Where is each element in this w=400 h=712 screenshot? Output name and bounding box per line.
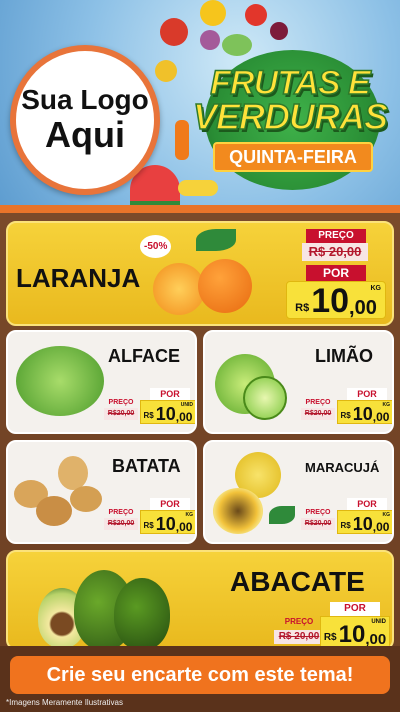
lime-slice-icon bbox=[243, 376, 287, 420]
potato-icon bbox=[70, 486, 102, 512]
lettuce-icon bbox=[16, 346, 104, 416]
new-price: R$ 10 ,00 KG bbox=[286, 281, 386, 319]
old-price-label: PREÇO bbox=[284, 617, 314, 626]
new-price: R$ 10 ,00 UNID bbox=[320, 616, 390, 648]
price-unit: UNID bbox=[371, 619, 386, 625]
potato-icon bbox=[36, 496, 72, 526]
currency-symbol: R$ bbox=[143, 521, 154, 530]
old-price-label: PREÇO bbox=[306, 229, 366, 243]
new-price-label: POR bbox=[330, 602, 380, 616]
currency-symbol: R$ bbox=[323, 632, 337, 643]
price-unit: UNID bbox=[180, 402, 193, 408]
product-name: ALFACE bbox=[108, 346, 180, 366]
price-integer: 10 bbox=[338, 621, 366, 648]
price-unit: KG bbox=[382, 512, 391, 518]
old-price-label: PREÇO bbox=[305, 399, 331, 406]
product-card-alface[interactable]: ALFACE PREÇO R$20,00 POR R$ 10 ,00 UNID bbox=[6, 330, 197, 434]
old-price: R$20,00 bbox=[104, 518, 138, 530]
logo-text-line1: Sua Logo bbox=[21, 84, 149, 115]
price-integer: 10 bbox=[352, 404, 373, 424]
old-price: R$20,00 bbox=[301, 518, 335, 530]
title-badge: FRUTAS E VERDURAS QUINTA-FEIRA bbox=[185, 50, 395, 200]
price-integer: 10 bbox=[311, 282, 350, 320]
title-line2: VERDURAS bbox=[192, 95, 389, 138]
pepper-icon bbox=[200, 0, 226, 26]
old-price-label: PREÇO bbox=[305, 509, 331, 516]
price-cents: ,00 bbox=[175, 520, 193, 534]
product-name: ABACATE bbox=[230, 566, 365, 597]
header-banner: Sua Logo Aqui FRUTAS E VERDURAS QUINTA-F… bbox=[0, 0, 400, 205]
currency-symbol: R$ bbox=[295, 302, 310, 314]
header-divider bbox=[0, 205, 400, 213]
currency-symbol: R$ bbox=[340, 411, 351, 420]
new-price-label: POR bbox=[306, 265, 366, 281]
cta-button[interactable]: Crie seu encarte com este tema! bbox=[10, 656, 390, 694]
old-price-label: PREÇO bbox=[108, 399, 134, 406]
price-cents: ,00 bbox=[372, 410, 390, 424]
currency-symbol: R$ bbox=[143, 411, 154, 420]
old-price: R$20,00 bbox=[104, 408, 138, 420]
leaf-icon bbox=[269, 506, 295, 524]
product-card-limao[interactable]: LIMÃO PREÇO R$20,00 POR R$ 10 ,00 KG bbox=[203, 330, 394, 434]
logo-text-line2: Aqui bbox=[45, 114, 125, 155]
product-name: LARANJA bbox=[16, 263, 141, 293]
old-price: R$20,00 bbox=[301, 408, 335, 420]
old-price: R$ 20,00 bbox=[274, 630, 324, 644]
new-price-label: POR bbox=[347, 498, 387, 510]
passion-fruit-half-icon bbox=[213, 488, 263, 534]
apple-icon bbox=[155, 60, 177, 82]
price-cents: ,00 bbox=[349, 297, 377, 319]
discount-badge: -50% bbox=[140, 235, 172, 258]
price-unit: KG bbox=[382, 402, 391, 408]
orange-icon bbox=[198, 259, 252, 313]
price-unit: KG bbox=[185, 512, 194, 518]
new-price-label: POR bbox=[150, 388, 190, 400]
price-integer: 10 bbox=[155, 404, 176, 424]
product-name: LIMÃO bbox=[315, 346, 373, 366]
product-card-maracuja[interactable]: MARACUJÁ PREÇO R$20,00 POR R$ 10 ,00 KG bbox=[203, 440, 394, 544]
product-card-laranja[interactable]: LARANJA -50% PREÇO R$ 20,00 POR R$ 10 ,0… bbox=[6, 221, 394, 326]
price-cents: ,00 bbox=[175, 410, 193, 424]
price-cents: ,00 bbox=[365, 631, 387, 648]
old-price-label: PREÇO bbox=[108, 509, 134, 516]
price-unit: KG bbox=[370, 285, 382, 292]
product-card-batata[interactable]: BATATA PREÇO R$20,00 POR R$ 10 ,00 KG bbox=[6, 440, 197, 544]
new-price: R$ 10 ,00 UNID bbox=[140, 400, 195, 424]
grape-icon bbox=[270, 22, 288, 40]
strawberry-icon bbox=[160, 18, 188, 46]
day-ribbon: QUINTA-FEIRA bbox=[213, 142, 373, 172]
product-name: MARACUJÁ bbox=[305, 460, 380, 475]
new-price: R$ 10 ,00 KG bbox=[337, 510, 392, 534]
old-price: R$ 20,00 bbox=[302, 243, 368, 261]
price-cents: ,00 bbox=[372, 520, 390, 534]
new-price: R$ 10 ,00 KG bbox=[140, 510, 195, 534]
currency-symbol: R$ bbox=[340, 521, 351, 530]
store-logo: Sua Logo Aqui bbox=[10, 45, 160, 195]
potato-icon bbox=[58, 456, 88, 490]
new-price-label: POR bbox=[347, 388, 387, 400]
new-price-label: POR bbox=[150, 498, 190, 510]
leaf-icon bbox=[196, 229, 236, 251]
avocado-icon bbox=[114, 578, 170, 648]
price-integer: 10 bbox=[155, 514, 176, 534]
product-name: BATATA bbox=[112, 456, 181, 476]
tomato-icon bbox=[245, 4, 267, 26]
onion-icon bbox=[200, 30, 220, 50]
product-card-abacate[interactable]: ABACATE PREÇO R$ 20,00 POR R$ 10 ,00 UNI… bbox=[6, 550, 394, 650]
new-price: R$ 10 ,00 KG bbox=[337, 400, 392, 424]
price-integer: 10 bbox=[352, 514, 373, 534]
disclaimer-text: *Imagens Meramente Ilustrativas bbox=[6, 698, 123, 707]
